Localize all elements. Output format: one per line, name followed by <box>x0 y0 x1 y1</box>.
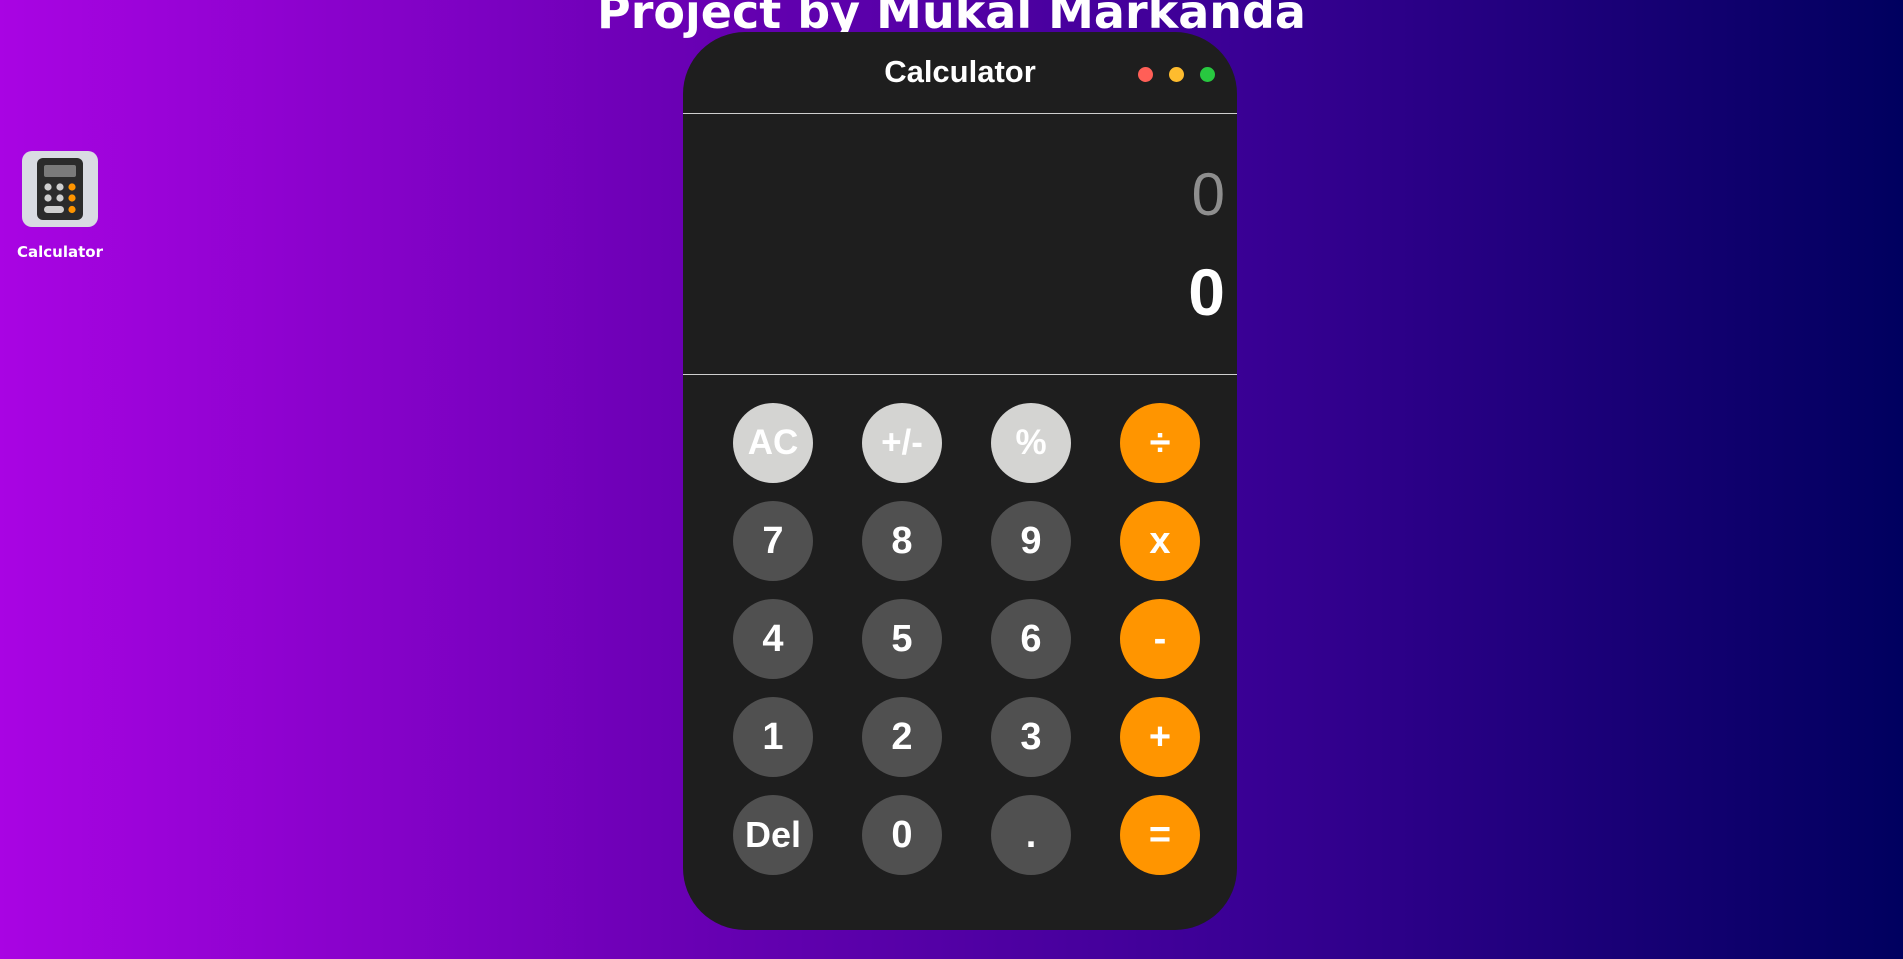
multiply-button[interactable]: x <box>1120 501 1200 581</box>
divide-button[interactable]: ÷ <box>1120 403 1200 483</box>
calculator-app-icon[interactable] <box>22 151 98 227</box>
current-operand: 0 <box>1188 255 1225 329</box>
desktop-shortcut-calculator[interactable]: Calculator <box>16 151 104 261</box>
toggle-sign-button[interactable]: +/- <box>862 403 942 483</box>
delete-button[interactable]: Del <box>733 795 813 875</box>
add-button[interactable]: + <box>1120 697 1200 777</box>
calculator-display: 0 0 <box>683 114 1237 375</box>
previous-operand: 0 <box>1191 161 1225 228</box>
digit-8-button[interactable]: 8 <box>862 501 942 581</box>
digit-7-button[interactable]: 7 <box>733 501 813 581</box>
keypad: AC +/- % ÷ 7 8 9 x 4 5 6 - 1 2 3 + Del 0… <box>733 403 1200 875</box>
window-controls <box>1138 67 1215 82</box>
equals-button[interactable]: = <box>1120 795 1200 875</box>
digit-6-button[interactable]: 6 <box>991 599 1071 679</box>
digit-2-button[interactable]: 2 <box>862 697 942 777</box>
digit-3-button[interactable]: 3 <box>991 697 1071 777</box>
percent-button[interactable]: % <box>991 403 1071 483</box>
all-clear-button[interactable]: AC <box>733 403 813 483</box>
decimal-point-button[interactable]: . <box>991 795 1071 875</box>
digit-4-button[interactable]: 4 <box>733 599 813 679</box>
digit-9-button[interactable]: 9 <box>991 501 1071 581</box>
close-window-button[interactable] <box>1138 67 1153 82</box>
window-titlebar[interactable]: Calculator <box>683 32 1237 114</box>
digit-0-button[interactable]: 0 <box>862 795 942 875</box>
zoom-window-button[interactable] <box>1200 67 1215 82</box>
desktop-icon-label: Calculator <box>17 243 103 261</box>
digit-1-button[interactable]: 1 <box>733 697 813 777</box>
minimize-window-button[interactable] <box>1169 67 1184 82</box>
subtract-button[interactable]: - <box>1120 599 1200 679</box>
calculator-window: Calculator 0 0 AC +/- % ÷ 7 8 9 x 4 5 6 … <box>683 32 1237 930</box>
digit-5-button[interactable]: 5 <box>862 599 942 679</box>
